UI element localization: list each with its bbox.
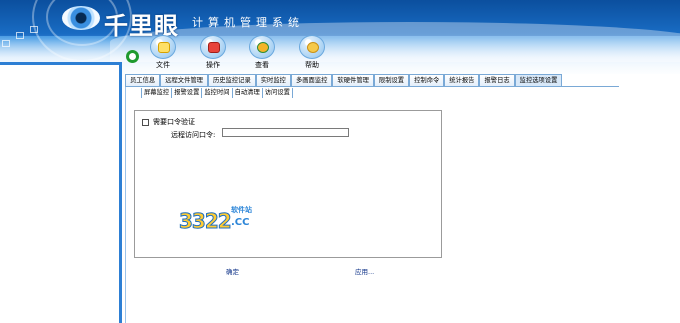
tab-statistics[interactable]: 统计报告	[444, 74, 480, 86]
main-tabs: 员工信息 远程文件管理 历史监控记录 实时监控 多画面监控 软硬件管理 限制设置…	[125, 74, 563, 86]
sub-tabs: 屏幕监控 报警设置 监控时间 自动清理 访问设置	[141, 88, 293, 98]
monitor-icon	[2, 40, 10, 47]
decorative-icons	[0, 26, 50, 66]
tab-alarm-log[interactable]: 报警日志	[479, 74, 515, 86]
watermark-logo: 3322 软件站 .CC	[179, 203, 259, 234]
require-password-label: 需要口令验证	[153, 118, 195, 126]
monitor-icon	[30, 26, 38, 33]
subtab-monitor-time[interactable]: 监控时间	[201, 88, 231, 98]
remote-password-input[interactable]	[222, 128, 349, 137]
tab-history-records[interactable]: 历史监控记录	[207, 74, 256, 86]
subtab-access-settings[interactable]: 访问设置	[261, 88, 293, 98]
watermark-suffix: .CC	[231, 217, 250, 228]
left-tree-panel[interactable]	[0, 62, 122, 323]
remote-password-label: 远程访问口令:	[171, 131, 216, 139]
tab-monitor-options[interactable]: 监控选项设置	[514, 74, 563, 86]
subtab-alarm-settings[interactable]: 报警设置	[171, 88, 201, 98]
help-icon	[299, 35, 325, 59]
toolbar-label: 查看	[255, 61, 269, 69]
tab-realtime-monitor[interactable]: 实时监控	[255, 74, 291, 86]
tab-employee-info[interactable]: 员工信息	[125, 74, 161, 86]
watermark-tag: 软件站	[231, 206, 252, 214]
app-subtitle: 计算机管理系统	[192, 16, 304, 29]
view-icon	[249, 35, 275, 59]
monitor-icon	[16, 32, 24, 39]
tab-hardware-software[interactable]: 软硬件管理	[332, 74, 374, 86]
toolbar-operate-button[interactable]: 操作	[195, 35, 231, 71]
tab-restrictions[interactable]: 限制设置	[373, 74, 410, 86]
eye-logo-icon	[62, 6, 100, 30]
tab-multi-screen[interactable]: 多画面监控	[290, 74, 333, 86]
toolbar-label: 文件	[156, 61, 170, 69]
require-password-checkbox[interactable]	[142, 118, 149, 126]
require-password-row[interactable]: 需要口令验证	[142, 117, 195, 127]
file-icon	[150, 35, 176, 59]
toolbar-help-button[interactable]: 帮助	[294, 35, 330, 71]
tab-remote-files[interactable]: 远程文件管理	[160, 74, 208, 86]
toolbar-view-button[interactable]: 查看	[244, 35, 280, 71]
ok-button[interactable]: 确定	[226, 266, 239, 276]
toolbar-label: 操作	[206, 61, 220, 69]
watermark-number: 3322	[179, 209, 233, 234]
tabs-divider	[125, 86, 619, 87]
status-ring-button[interactable]	[126, 50, 139, 63]
subtab-screen-monitor[interactable]: 屏幕监控	[141, 88, 171, 98]
toolbar-file-button[interactable]: 文件	[145, 35, 181, 71]
access-settings-panel: 需要口令验证 远程访问口令: 3322 软件站 .CC	[134, 110, 442, 258]
toolbar-label: 帮助	[305, 61, 319, 69]
operate-icon	[200, 35, 226, 59]
subtab-auto-clean[interactable]: 自动清理	[231, 88, 262, 98]
tab-control-commands[interactable]: 控制命令	[409, 74, 445, 86]
apply-button[interactable]: 应用...	[355, 266, 374, 276]
